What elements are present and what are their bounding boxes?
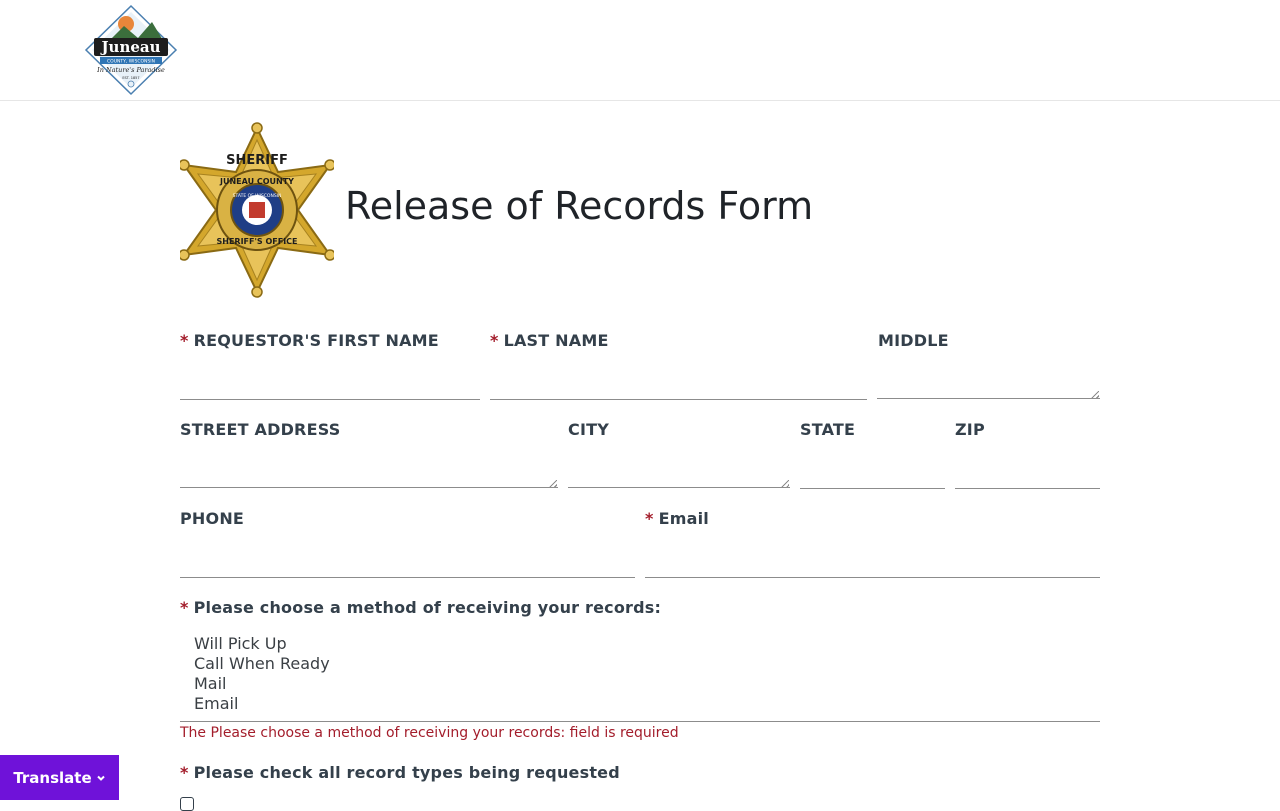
middle-name-input[interactable] [877, 369, 1100, 399]
method-option-email[interactable]: Email [194, 694, 1100, 714]
phone-input[interactable] [180, 548, 635, 578]
translate-button[interactable]: Translate [0, 755, 119, 800]
city-input[interactable] [568, 458, 790, 488]
required-marker: * [645, 509, 654, 528]
method-error-message: The Please choose a method of receiving … [180, 725, 679, 741]
state-label: STATE [800, 420, 856, 439]
method-option-mail[interactable]: Mail [194, 674, 1100, 694]
method-option-call[interactable]: Call When Ready [194, 654, 1100, 674]
svg-text:SHERIFF: SHERIFF [226, 153, 288, 168]
street-address-input[interactable] [180, 458, 558, 488]
street-address-label: STREET ADDRESS [180, 420, 341, 439]
method-option-pick-up[interactable]: Will Pick Up [194, 634, 1100, 654]
svg-text:COUNTY, WISCONSIN: COUNTY, WISCONSIN [107, 59, 155, 65]
street-address-wrapper [180, 458, 558, 489]
site-header: Juneau COUNTY, WISCONSIN In Nature's Par… [0, 0, 1280, 101]
svg-text:SHERIFF'S OFFICE: SHERIFF'S OFFICE [216, 237, 297, 246]
svg-text:Juneau: Juneau [99, 38, 160, 56]
first-name-label: * REQUESTOR'S FIRST NAME [180, 331, 439, 350]
email-input[interactable] [645, 548, 1100, 578]
translate-label: Translate [13, 768, 92, 787]
required-marker: * [180, 598, 189, 617]
middle-name-wrapper [877, 369, 1100, 400]
zip-input[interactable] [955, 459, 1100, 489]
last-name-input[interactable] [490, 370, 867, 400]
method-select-list[interactable]: Will Pick Up Call When Ready Mail Email [180, 631, 1100, 722]
first-name-input[interactable] [180, 370, 480, 400]
city-wrapper [568, 458, 790, 489]
email-label: * Email [645, 509, 709, 528]
last-name-label: * LAST NAME [490, 331, 609, 350]
juneau-county-logo[interactable]: Juneau COUNTY, WISCONSIN In Nature's Par… [84, 4, 178, 96]
city-label: CITY [568, 420, 609, 439]
required-marker: * [180, 331, 189, 350]
svg-text:JUNEAU COUNTY: JUNEAU COUNTY [219, 177, 294, 186]
required-marker: * [490, 331, 499, 350]
resize-handle-icon[interactable] [1091, 391, 1099, 399]
phone-label: PHONE [180, 509, 245, 528]
record-types-label: * Please check all record types being req… [180, 763, 620, 782]
record-type-checkbox[interactable] [180, 797, 194, 811]
zip-label: ZIP [955, 420, 985, 439]
resize-handle-icon[interactable] [781, 480, 789, 488]
svg-text:EST. 1857: EST. 1857 [122, 76, 139, 80]
svg-text:In Nature's Paradise: In Nature's Paradise [96, 66, 165, 74]
chevron-down-icon [96, 775, 105, 781]
resize-handle-icon[interactable] [549, 480, 557, 488]
page-title: Release of Records Form [345, 184, 814, 228]
sheriff-badge-icon: SHERIFF JUNEAU COUNTY SHERIFF'S OFFICE S… [180, 122, 334, 298]
state-input[interactable] [800, 459, 945, 489]
middle-name-label: MIDDLE [878, 331, 949, 350]
method-label: * Please choose a method of receiving you… [180, 598, 662, 617]
required-marker: * [180, 763, 189, 782]
svg-text:STATE OF WISCONSIN: STATE OF WISCONSIN [233, 193, 282, 199]
